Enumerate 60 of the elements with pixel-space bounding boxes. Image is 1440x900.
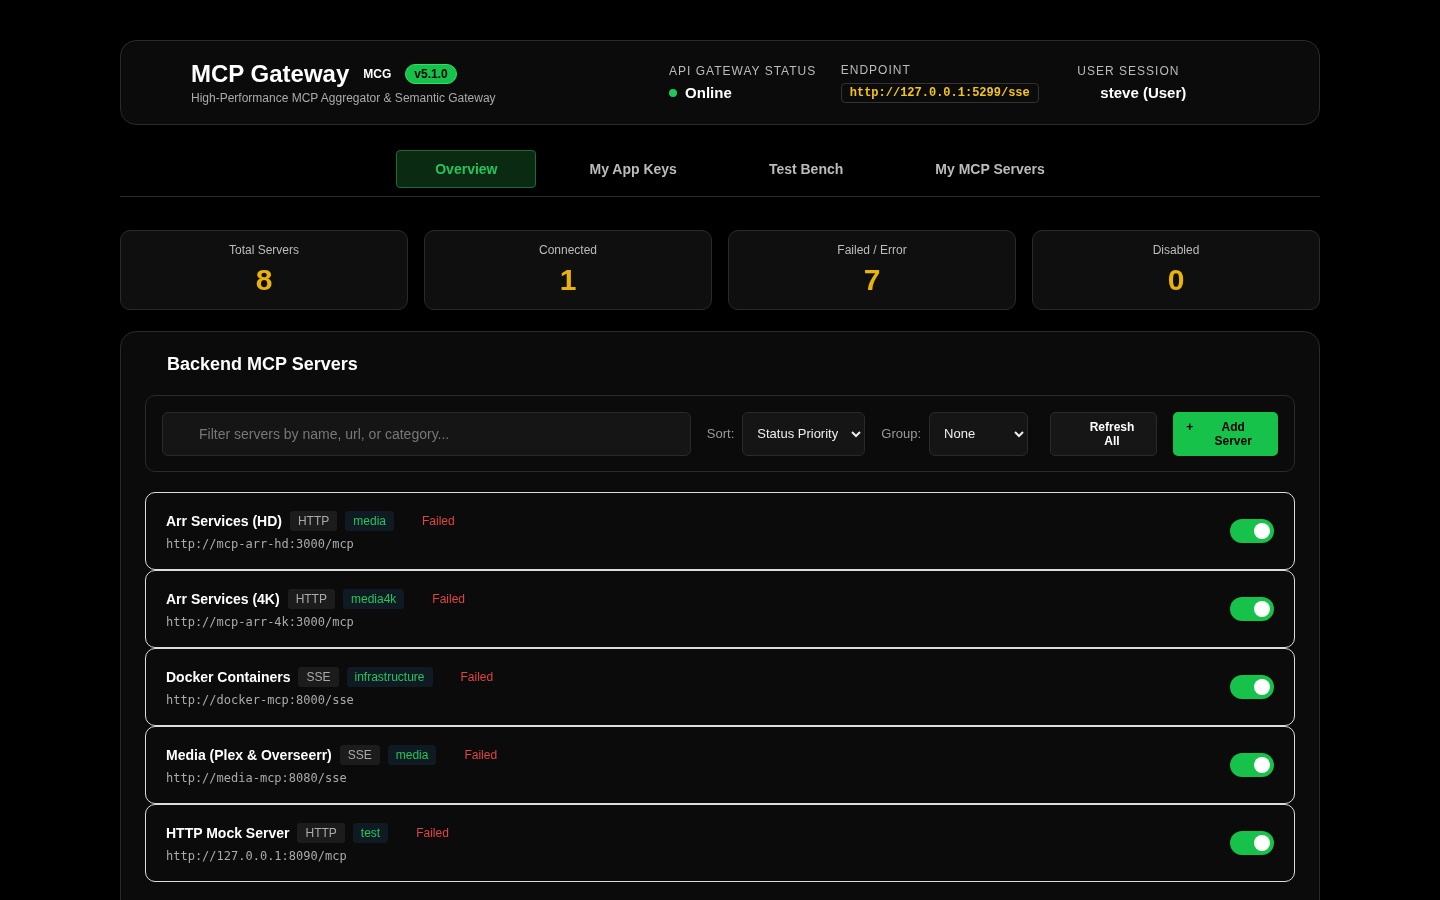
category-tag: media4k	[342, 589, 405, 609]
status-value: Online	[685, 84, 732, 101]
panel-title: Backend MCP Servers	[167, 354, 359, 375]
server-url: http://127.0.0.1:8090/mcp	[166, 849, 348, 863]
protocol-tag: HTTP	[287, 589, 335, 609]
stat-value: 8	[255, 263, 273, 297]
server-status: Failed	[464, 748, 498, 762]
category-tag: infrastructure	[346, 667, 433, 687]
version-badge: v5.1.0	[405, 64, 457, 84]
category-tag: media	[345, 511, 394, 531]
nav-tab[interactable]: Overview	[396, 150, 537, 188]
category-tag: test	[352, 823, 389, 843]
group-select[interactable]: None	[929, 411, 1028, 456]
sort-select[interactable]: Status Priority	[742, 411, 866, 456]
stat-value: 7	[863, 263, 881, 297]
enable-toggle[interactable]	[1230, 675, 1274, 699]
server-name: Docker Containers	[166, 669, 291, 685]
stat-value: 0	[1167, 263, 1185, 297]
protocol-tag: SSE	[298, 667, 339, 687]
server-url: http://mcp-arr-hd:3000/mcp	[166, 537, 355, 551]
protocol-tag: SSE	[339, 745, 380, 765]
server-status: Failed	[432, 592, 465, 606]
enable-toggle[interactable]	[1230, 753, 1274, 777]
sort-label: Sort:	[706, 426, 735, 441]
nav-tab[interactable]: My App Keys	[550, 150, 716, 188]
endpoint-url: http://127.0.0.1:5299/sse	[840, 82, 1039, 103]
server-name: Arr Services (4K)	[166, 591, 280, 607]
stat-label: Connected	[538, 243, 597, 257]
app-abbreviation: MCG	[363, 67, 392, 81]
nav-tab[interactable]: My MCP Servers	[896, 150, 1084, 188]
server-url: http://mcp-arr-4k:3000/mcp	[166, 615, 355, 629]
filter-field[interactable]: Filter servers by name, url, or category...	[162, 411, 691, 456]
server-name: Arr Services (HD)	[166, 513, 282, 529]
stat-label: Failed / Error	[837, 243, 907, 257]
protocol-tag: HTTP	[289, 511, 338, 531]
server-status: Failed	[416, 826, 449, 840]
server-status: Failed	[460, 670, 494, 684]
enable-toggle[interactable]	[1230, 597, 1274, 621]
protocol-tag: HTTP	[297, 823, 345, 843]
server-url: http://media-mcp:8080/sse	[166, 771, 348, 785]
session-label: USER SESSION	[1077, 64, 1181, 78]
stat-label: Total Servers	[229, 243, 299, 257]
endpoint-label: ENDPOINT	[840, 62, 912, 77]
session-user: steve (User)	[1099, 84, 1188, 101]
category-tag: media	[387, 745, 437, 765]
app-subtitle: High-Performance MCP Aggregator & Semantic Gateway	[191, 91, 497, 105]
status-label: API GATEWAY STATUS	[669, 64, 818, 78]
server-name: HTTP Mock Server	[166, 825, 290, 841]
stat-value: 1	[559, 263, 577, 297]
stat-label: Disabled	[1152, 243, 1200, 257]
nav-tab[interactable]: Test Bench	[729, 150, 883, 188]
refresh-all-button[interactable]: Refresh All	[1049, 411, 1158, 456]
server-status: Failed	[421, 514, 455, 528]
group-label: Group:	[881, 426, 922, 441]
enable-toggle[interactable]	[1230, 831, 1274, 855]
server-url: http://docker-mcp:8000/sse	[166, 693, 355, 707]
enable-toggle[interactable]	[1230, 519, 1274, 543]
server-name: Media (Plex & Overseerr)	[166, 747, 332, 763]
app-title: MCP Gateway	[191, 60, 350, 88]
add-server-button[interactable]: + Add Server	[1173, 411, 1278, 456]
